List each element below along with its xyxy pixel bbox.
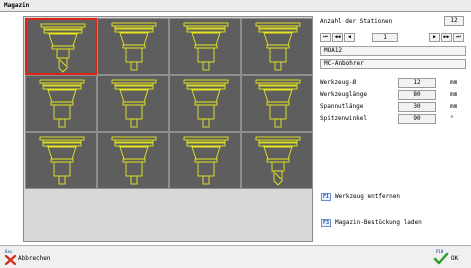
prev-icon: ◀: [347, 34, 351, 40]
stations-label: Anzahl der Stationen: [320, 18, 393, 25]
ok-button[interactable]: F10 OK: [433, 249, 467, 266]
parameter-row: Spannutlänge 30 mm: [320, 102, 466, 112]
remove-tool-action[interactable]: F1 Werkzeug entfernen: [321, 193, 461, 203]
next-icon: ▶: [432, 34, 436, 40]
magazine-station[interactable]: [241, 18, 313, 75]
first-station-button[interactable]: ⏮: [320, 33, 331, 42]
next-station-button[interactable]: ▶: [429, 33, 440, 42]
magazine-station[interactable]: [241, 75, 313, 132]
f10-confirm-icon: F10: [433, 249, 449, 265]
magazine-station[interactable]: [241, 132, 313, 189]
parameter-row: Spitzenwinkel 90 °: [320, 114, 466, 124]
magazine-station[interactable]: [25, 75, 97, 132]
f1-key-icon: F1: [321, 193, 331, 201]
magazine-station[interactable]: [169, 75, 241, 132]
prev-station-button[interactable]: ◀: [344, 33, 355, 42]
bottom-bar: Esc Abbrechen F10 OK: [0, 245, 471, 268]
parameter-label: Werkzeuglänge: [320, 91, 367, 98]
stations-count: 12: [444, 16, 464, 26]
parameter-value[interactable]: 80: [398, 90, 436, 100]
ok-label: OK: [451, 255, 459, 262]
parameter-unit: °: [450, 115, 454, 122]
last-station-button[interactable]: ⏭: [453, 33, 464, 42]
parameter-value[interactable]: 12: [398, 78, 436, 88]
cancel-button[interactable]: Esc Abbrechen: [3, 249, 63, 266]
window-title: Magazin: [0, 0, 471, 12]
current-station-field[interactable]: 1: [372, 33, 398, 42]
next-page-button[interactable]: ▶▶: [441, 33, 452, 42]
magazine-station[interactable]: [25, 18, 97, 75]
parameter-label: Spitzenwinkel: [320, 115, 367, 122]
parameter-row: Werkzeuglänge 80 mm: [320, 90, 466, 100]
load-magazine-action[interactable]: F3 Magazin-Bestückung laden: [321, 219, 461, 229]
first-icon: ⏮: [323, 34, 328, 40]
escape-cancel-icon: Esc: [3, 249, 17, 265]
rewind-icon: ◀◀: [334, 34, 341, 40]
parameter-value[interactable]: 30: [398, 102, 436, 112]
magazine-grid: [23, 16, 313, 242]
parameter-label: Werkzeug-Ø: [320, 79, 357, 86]
prev-page-button[interactable]: ◀◀: [332, 33, 343, 42]
parameter-unit: mm: [450, 103, 458, 110]
parameter-unit: mm: [450, 79, 458, 86]
magazine-station[interactable]: [97, 132, 169, 189]
parameter-value[interactable]: 90: [398, 114, 436, 124]
fast-forward-icon: ▶▶: [443, 34, 450, 40]
load-magazine-label: Magazin-Bestückung laden: [335, 219, 422, 226]
station-navigator: ⏮ ◀◀ ◀ 1 ▶ ▶▶ ⏭: [320, 33, 466, 42]
tool-type-field[interactable]: MC-Anbohrer: [320, 59, 466, 69]
magazine-station[interactable]: [25, 132, 97, 189]
magazine-station[interactable]: [169, 132, 241, 189]
magazine-station[interactable]: [97, 18, 169, 75]
cancel-label: Abbrechen: [18, 255, 51, 262]
parameter-label: Spannutlänge: [320, 103, 364, 110]
parameter-unit: mm: [450, 91, 458, 98]
magazine-station[interactable]: [97, 75, 169, 132]
last-icon: ⏭: [456, 34, 461, 40]
f3-key-icon: F3: [321, 219, 331, 227]
parameter-row: Werkzeug-Ø 12 mm: [320, 78, 466, 88]
remove-tool-label: Werkzeug entfernen: [335, 193, 401, 200]
magazine-station[interactable]: [169, 18, 241, 75]
tool-id-field[interactable]: MOA12: [320, 46, 466, 56]
